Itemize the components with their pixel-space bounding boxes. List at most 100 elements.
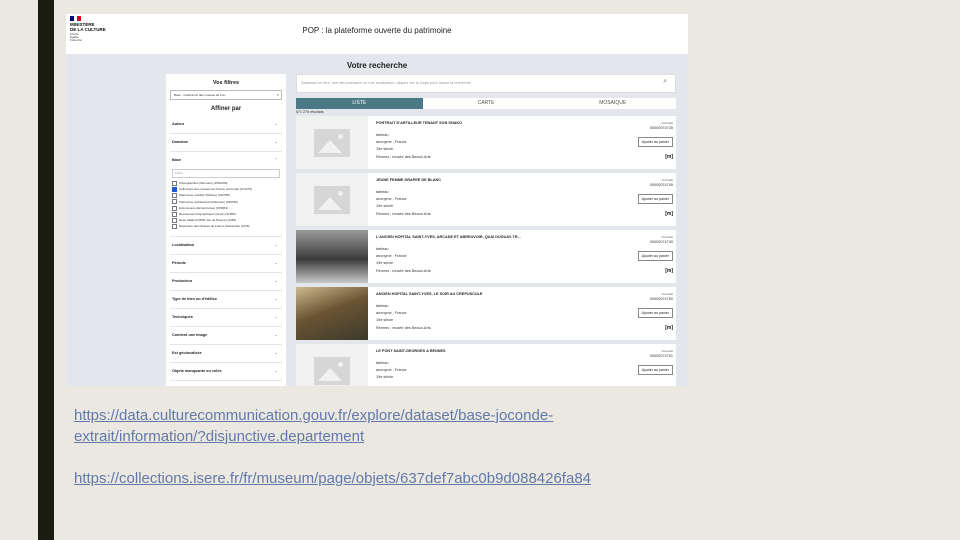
base-option[interactable]: Répertoire des Musées de France (Muséofi… (170, 223, 282, 230)
checkbox[interactable] (172, 211, 177, 217)
filter-group[interactable]: Contient une image ⌄ (170, 327, 282, 345)
result-card[interactable]: L'ANCIEN HOPITAL SAINT-YVES, ARCADE ET A… (296, 230, 676, 283)
filters-title: Vos filtres (212, 80, 240, 86)
link-culture-data-1[interactable]: https://data.culturecommunication.gouv.f… (74, 405, 553, 426)
filter-group[interactable]: Producteur ⌄ (170, 273, 282, 291)
chevron-down-icon: ⌄ (274, 241, 278, 247)
add-to-cart-button[interactable]: Ajouter au panier (637, 308, 673, 318)
filter-group-label: Est géolocalisée (172, 350, 202, 355)
result-period: 19e siècle (376, 147, 394, 152)
result-card[interactable]: JEUNE FEMME DRAPEE DE BLANC tableau anonym… (296, 173, 676, 226)
image-placeholder-icon (314, 357, 350, 385)
result-museum: Rennes ; musée des Beaux-Arts (376, 211, 431, 216)
result-author: anonyme ; France (376, 254, 407, 259)
base-option-label: Répertoire des Musées de France (Muséofi… (179, 224, 250, 229)
remove-filter-icon[interactable]: × (277, 91, 279, 99)
filter-group[interactable]: Objets manquants ou volés ⌄ (170, 363, 282, 381)
base-option-label: Patrimoine architectural (Mérimée) (3297… (179, 199, 238, 204)
result-title[interactable]: L'ANCIEN HOPITAL SAINT-YVES, ARCADE ET A… (376, 235, 606, 239)
result-meta: Joconde 00000074749 Ajouter au panier [m] (613, 235, 673, 274)
base-option-label: Ressources biographiques (Autor) (21859) (179, 212, 236, 217)
active-filter-chip[interactable]: Base : Collections des musées de Fra... … (170, 90, 282, 100)
base-option-label: Rose Valland (MNR-Jeu de Paume) (2456) (179, 218, 237, 223)
result-source: Joconde (661, 349, 673, 353)
museum-badge-icon: [m] (665, 325, 673, 331)
flag-red (77, 16, 82, 21)
search-icon[interactable]: ⌕ (663, 78, 667, 86)
chevron-down-icon: ⌄ (274, 367, 278, 373)
result-type: tableau (376, 190, 389, 194)
result-card[interactable]: PORTRAIT D'ARTILLEUR TENANT SON SHAKO tab… (296, 116, 676, 169)
chevron-down-icon: ⌄ (274, 259, 278, 265)
result-source: Joconde (661, 178, 673, 182)
tab-mosaique[interactable]: MOSAIQUE (549, 98, 677, 109)
checkbox[interactable] (172, 205, 177, 211)
filter-group[interactable]: Auteur ⌄ (170, 116, 282, 134)
button-wrapper: Ajouter au panier (613, 244, 673, 262)
checkbox[interactable] (172, 186, 177, 192)
result-author: anonyme ; France (376, 368, 407, 373)
placeholder-mountain (318, 368, 342, 381)
museum-badge-icon: [m] (665, 268, 673, 274)
result-title[interactable]: ANCIEN HOPITAL SAINT-YVES, LE SOIR AU CR… (376, 292, 606, 296)
checkbox[interactable] (172, 193, 177, 199)
result-thumbnail[interactable] (296, 287, 368, 340)
add-to-cart-button[interactable]: Ajouter au panier (637, 365, 673, 375)
active-filter-label: Base : Collections des musées de Fra... (174, 93, 228, 97)
checkbox[interactable] (172, 224, 177, 230)
add-to-cart-button[interactable]: Ajouter au panier (637, 137, 673, 147)
result-title[interactable]: PORTRAIT D'ARTILLEUR TENANT SON SHAKO (376, 121, 606, 125)
result-title[interactable]: LE PONT SAINT-GEORGES A RENNES (376, 349, 606, 353)
chevron-down-icon: ⌄ (274, 295, 278, 301)
add-to-cart-button[interactable]: Ajouter au panier (637, 194, 673, 204)
filter-group-label: Domaine (172, 140, 189, 144)
placeholder-mountain (318, 197, 342, 210)
filter-group-base-header[interactable]: Base ⌃ (170, 152, 282, 169)
checkbox[interactable] (172, 217, 177, 223)
filter-group-base: Base ⌃ Filtrer... Photographies (Mémoire… (170, 152, 282, 237)
link-isere-collections[interactable]: https://collections.isere.fr/fr/museum/p… (74, 468, 591, 489)
motto-line-3: Fraternité (70, 38, 82, 42)
result-meta: Joconde 00000074750 Ajouter au panier [m] (613, 292, 673, 331)
result-title[interactable]: JEUNE FEMME DRAPEE DE BLANC (376, 178, 606, 182)
checkbox[interactable] (172, 199, 177, 205)
result-period: 19e siècle (376, 204, 394, 209)
result-museum: Rennes ; musée des Beaux-Arts (376, 154, 431, 159)
filter-group[interactable]: Localisation ⌄ (170, 237, 282, 255)
result-museum: Rennes ; musée des Beaux-Arts (376, 325, 431, 330)
search-bar[interactable]: Saisissez un titre, une dénomination ou … (296, 74, 676, 93)
filter-group[interactable]: Type de bien ou d'édifice ⌄ (170, 291, 282, 309)
result-meta: Joconde 00000074751 Ajouter au panier (613, 349, 673, 376)
add-to-cart-button[interactable]: Ajouter au panier (637, 251, 673, 261)
slide-accent-bar (38, 0, 54, 540)
base-option-label: Photographies (Mémoire) (2562298) (179, 181, 228, 185)
result-thumbnail[interactable] (296, 344, 368, 386)
result-author: anonyme ; France (376, 197, 407, 202)
search-input[interactable]: Saisissez un titre, une dénomination ou … (301, 81, 471, 85)
result-period: 19e siècle (376, 375, 394, 380)
link-culture-data-2[interactable]: extrait/information/?disjunctive.departe… (74, 426, 364, 447)
placeholder-mountain (318, 140, 342, 153)
image-placeholder-icon (314, 129, 350, 157)
result-thumbnail[interactable] (296, 173, 368, 226)
filter-group-label: Contient une image (172, 332, 208, 337)
filter-group-label: Type de bien ou d'édifice (172, 296, 217, 301)
tab-liste[interactable]: LISTE (296, 98, 423, 109)
filter-group[interactable]: Domaine ⌄ (170, 134, 282, 152)
result-card[interactable]: LE PONT SAINT-GEORGES A RENNES tableau ano… (296, 344, 676, 386)
base-filter-input[interactable]: Filtrer... (172, 169, 280, 178)
tab-carte[interactable]: CARTE (422, 98, 550, 109)
checkbox[interactable] (172, 180, 177, 186)
filter-group[interactable]: Période ⌄ (170, 255, 282, 273)
result-period: 19e siècle (376, 261, 394, 266)
result-author: anonyme ; France (376, 140, 407, 145)
base-option-label: Enluminures (Enluminures) (159863) (179, 205, 229, 210)
filter-group[interactable]: Techniques ⌄ (170, 309, 282, 327)
museum-badge-icon: [m] (665, 154, 673, 160)
result-card[interactable]: ANCIEN HOPITAL SAINT-YVES, LE SOIR AU CR… (296, 287, 676, 340)
filter-group[interactable]: Est géolocalisée ⌄ (170, 345, 282, 363)
filter-groups-before: Auteur ⌄ Domaine ⌄ (166, 116, 286, 152)
result-thumbnail[interactable] (296, 230, 368, 283)
result-body: JEUNE FEMME DRAPEE DE BLANC tableau anonym… (376, 178, 606, 216)
result-thumbnail[interactable] (296, 116, 368, 169)
